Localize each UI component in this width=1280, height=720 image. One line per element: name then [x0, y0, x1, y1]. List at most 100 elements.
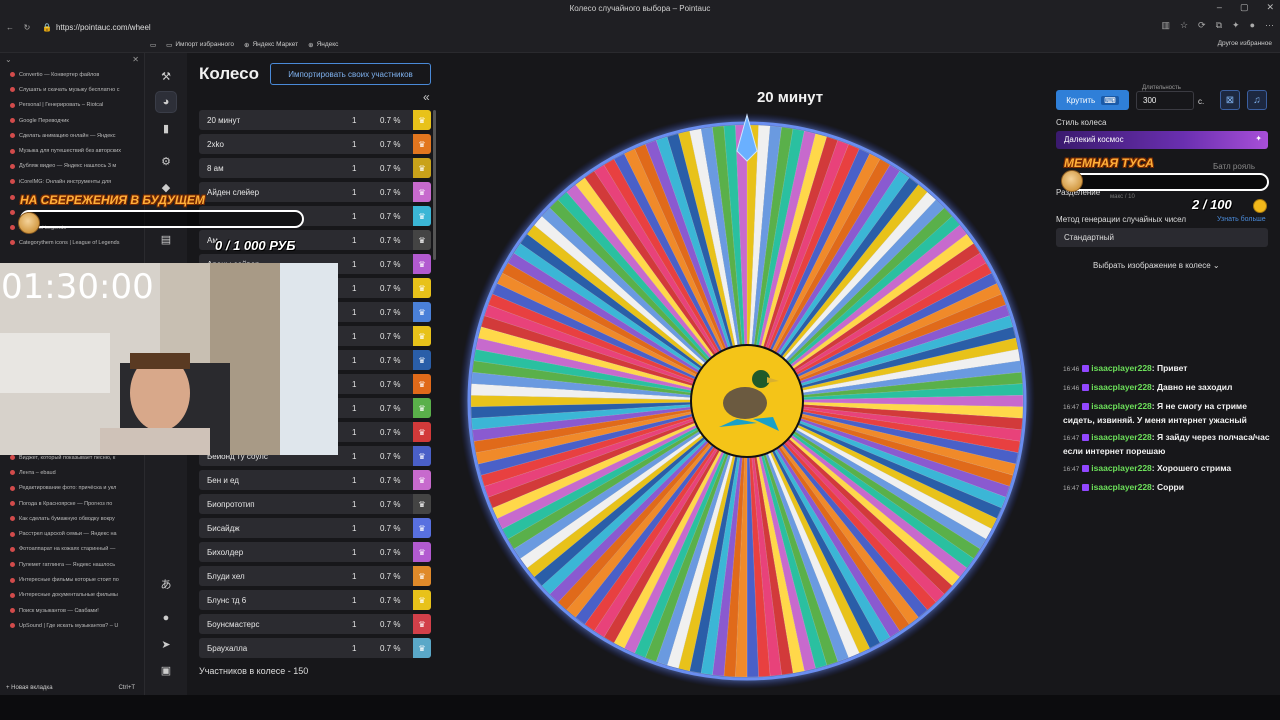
browser-tab-item[interactable]: Дубляж видео — Яндекс нашлось 3 м: [0, 159, 144, 174]
participant-count[interactable]: 1: [352, 164, 356, 173]
telegram-icon[interactable]: ➤: [155, 633, 177, 655]
browser-tab-item[interactable]: Google Переводчик: [0, 113, 144, 128]
participant-count[interactable]: 1: [352, 116, 356, 125]
participant-row[interactable]: Бисайдж 1 0.7 % ♛: [199, 518, 431, 538]
github-icon[interactable]: ●: [155, 607, 177, 629]
chat-username[interactable]: isaacplayer228: [1091, 401, 1152, 411]
browser-tab-item[interactable]: Convertio — Конвертер файлов: [0, 67, 144, 82]
browser-tab-item[interactable]: Как сделать бумажную обводку вокру: [0, 511, 145, 526]
participant-count[interactable]: 1: [352, 236, 356, 245]
participant-count[interactable]: 1: [352, 476, 356, 485]
browser-tab-item[interactable]: iCoreIMG: Онлайн инструменты для: [0, 174, 144, 189]
history-icon[interactable]: ▤: [155, 228, 177, 250]
close-icon[interactable]: ✕: [1266, 2, 1274, 13]
participant-row[interactable]: Биопрототип 1 0.7 % ♛: [199, 494, 431, 514]
browser-tab-item[interactable]: Расстрел царской семьи — Яндекс на: [0, 526, 145, 541]
rng-select[interactable]: Стандартный: [1056, 228, 1268, 247]
participant-count[interactable]: 1: [352, 308, 356, 317]
participant-row[interactable]: Блунс тд 6 1 0.7 % ♛: [199, 590, 431, 610]
participant-color-swatch[interactable]: ♛: [413, 302, 431, 322]
participant-row[interactable]: Айден слейер 1 0.7 % ♛: [199, 182, 431, 202]
twitch-icon[interactable]: ▣: [155, 659, 177, 681]
new-tab-button[interactable]: + Новая вкладка Ctrl+T: [0, 685, 145, 691]
participant-count[interactable]: 1: [352, 188, 356, 197]
participant-count[interactable]: 1: [352, 620, 356, 629]
collapse-icon[interactable]: «: [423, 90, 430, 104]
list-scrollbar[interactable]: [433, 110, 436, 260]
wheel-style-select[interactable]: Далекий космос ✦: [1056, 131, 1268, 149]
participant-count[interactable]: 1: [352, 500, 356, 509]
sidebar-toggle-icon[interactable]: ▭: [150, 41, 156, 49]
browser-tab-item[interactable]: Слушать и скачать музыку бесплатно с: [0, 82, 144, 97]
participant-color-swatch[interactable]: ♛: [413, 566, 431, 586]
chevron-down-icon[interactable]: ⌄: [5, 55, 12, 65]
participant-count[interactable]: 1: [352, 452, 356, 461]
participant-count[interactable]: 1: [352, 284, 356, 293]
browser-tab-item[interactable]: Редактирование фото: причёска и укл: [0, 481, 145, 496]
participant-count[interactable]: 1: [352, 596, 356, 605]
participant-color-swatch[interactable]: ♛: [413, 470, 431, 490]
profile-icon[interactable]: ●: [1250, 20, 1255, 31]
participant-color-swatch[interactable]: ♛: [413, 182, 431, 202]
participant-row[interactable]: Боунсмастерс 1 0.7 % ♛: [199, 614, 431, 634]
participant-color-swatch[interactable]: ♛: [413, 230, 431, 250]
participant-color-swatch[interactable]: ♛: [413, 254, 431, 274]
browser-tab-item[interactable]: Интересные фильмы которые стоит по: [0, 572, 145, 587]
browser-tab-item[interactable]: Пулемет гатлинга — Яндекс нашлось: [0, 557, 145, 572]
wheel[interactable]: [457, 111, 1037, 691]
participant-count[interactable]: 1: [352, 212, 356, 221]
chat-username[interactable]: isaacplayer228: [1091, 432, 1152, 442]
browser-tab-item[interactable]: Лента – ebaud: [0, 465, 145, 480]
minimize-icon[interactable]: –: [1217, 2, 1222, 13]
participant-color-swatch[interactable]: ♛: [413, 398, 431, 418]
maximize-icon[interactable]: ▢: [1240, 2, 1249, 13]
chat-username[interactable]: isaacplayer228: [1091, 363, 1152, 373]
participant-row[interactable]: 8 ам 1 0.7 % ♛: [199, 158, 431, 178]
import-participants-button[interactable]: Импортировать своих участников: [270, 63, 431, 85]
url-field[interactable]: 🔒 https://pointauc.com/wheel: [42, 23, 151, 32]
participant-color-swatch[interactable]: ♛: [413, 494, 431, 514]
participant-count[interactable]: 1: [352, 332, 356, 341]
refresh-icon[interactable]: ⟳: [1198, 20, 1206, 31]
participant-color-swatch[interactable]: ♛: [413, 206, 431, 226]
bookmark-market[interactable]: ⊕ Яндекс Маркет: [244, 41, 298, 49]
random-icon[interactable]: ⊠: [1220, 90, 1240, 110]
favorite-icon[interactable]: ☆: [1180, 20, 1188, 31]
browser-tab-item[interactable]: Categorythem icons | League of Legends: [0, 235, 144, 250]
participant-count[interactable]: 1: [352, 644, 356, 653]
close-sidebar-icon[interactable]: ✕: [132, 55, 139, 65]
participant-row[interactable]: 2xko 1 0.7 % ♛: [199, 134, 431, 154]
participant-color-swatch[interactable]: ♛: [413, 110, 431, 130]
participant-color-swatch[interactable]: ♛: [413, 590, 431, 610]
participant-color-swatch[interactable]: ♛: [413, 422, 431, 442]
participant-color-swatch[interactable]: ♛: [413, 518, 431, 538]
translate-icon[interactable]: あ: [155, 573, 177, 595]
reload-icon[interactable]: ↻: [20, 23, 34, 32]
browser-tab-item[interactable]: Personal | Генерировать – Riotcal: [0, 98, 144, 113]
participant-color-swatch[interactable]: ♛: [413, 278, 431, 298]
participant-count[interactable]: 1: [352, 404, 356, 413]
chat-username[interactable]: isaacplayer228: [1091, 463, 1152, 473]
participant-count[interactable]: 1: [352, 140, 356, 149]
chat-username[interactable]: isaacplayer228: [1091, 482, 1152, 492]
extensions-icon[interactable]: ✦: [1232, 20, 1240, 31]
participant-row[interactable]: Браухалла 1 0.7 % ♛: [199, 638, 431, 658]
participant-count[interactable]: 1: [352, 356, 356, 365]
participant-count[interactable]: 1: [352, 548, 356, 557]
participant-row[interactable]: Бен и ед 1 0.7 % ♛: [199, 470, 431, 490]
participant-count[interactable]: 1: [352, 260, 356, 269]
browser-tab-item[interactable]: Сделать анимацию онлайн — Яндекс: [0, 128, 144, 143]
other-bookmarks[interactable]: Другое избранное: [1218, 40, 1272, 47]
browser-tab-item[interactable]: Поиск музыкантов — Свабами!: [0, 603, 145, 618]
participant-color-swatch[interactable]: ♛: [413, 542, 431, 562]
participant-color-swatch[interactable]: ♛: [413, 614, 431, 634]
participant-row[interactable]: Бихолдер 1 0.7 % ♛: [199, 542, 431, 562]
split-screen-icon[interactable]: ▥: [1161, 20, 1170, 31]
participant-count[interactable]: 1: [352, 380, 356, 389]
browser-tab-item[interactable]: Погода в Красноярске — Прогноз по: [0, 496, 145, 511]
wheel-icon[interactable]: ◕: [155, 91, 177, 113]
browser-tab-item[interactable]: Фотоаппарат на кожаях старинный —: [0, 542, 145, 557]
participant-color-swatch[interactable]: ♛: [413, 326, 431, 346]
participant-color-swatch[interactable]: ♛: [413, 158, 431, 178]
chat-username[interactable]: isaacplayer228: [1091, 382, 1152, 392]
